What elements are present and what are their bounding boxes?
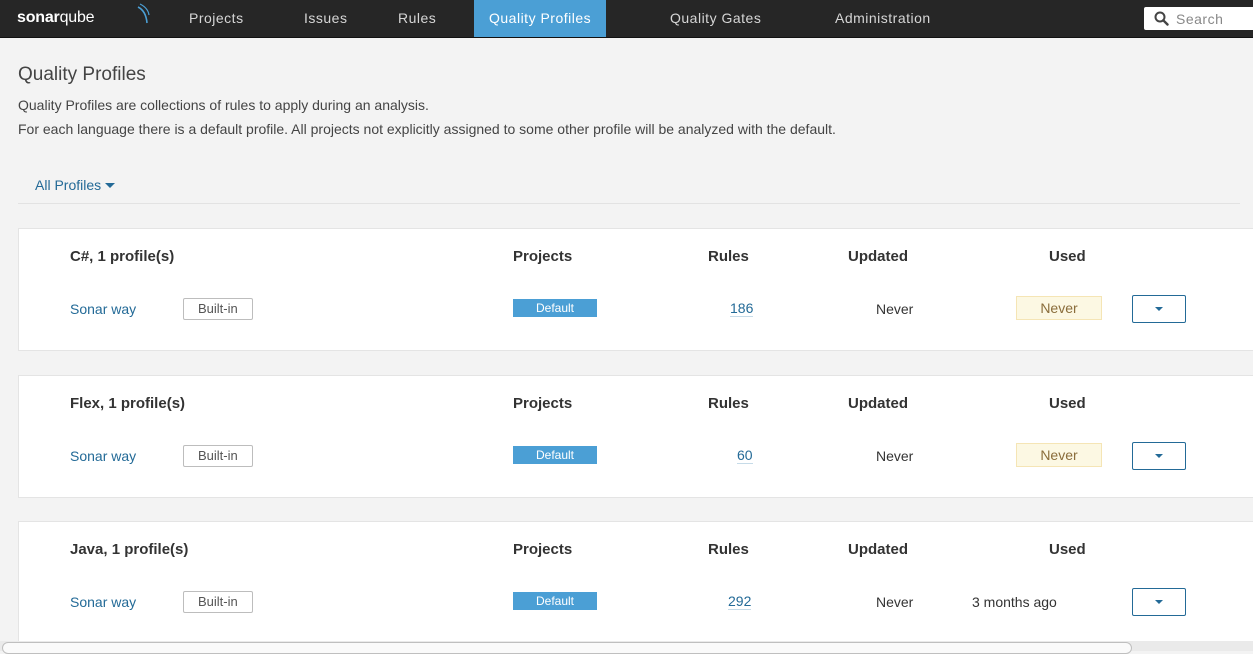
rules-count-link[interactable]: 292 [728,593,752,610]
column-header-used: Used [1049,395,1086,412]
search-icon [1154,11,1169,26]
divider [18,203,1240,204]
profile-actions-dropdown-button[interactable] [1132,295,1186,323]
page-title: Quality Profiles [18,64,146,85]
language-heading: Flex, 1 profile(s) [70,395,186,412]
logo-arc-icon [137,3,150,24]
column-header-rules: Rules [708,541,749,558]
profile-name-link[interactable]: Sonar way [70,594,136,610]
page-description-line2: For each language there is a default pro… [18,121,836,137]
rules-count-link[interactable]: 186 [730,300,754,317]
used-never-badge: Never [1016,443,1102,467]
built-in-badge: Built-in [183,591,253,613]
default-badge: Default [513,446,597,464]
all-profiles-filter[interactable]: All Profiles [35,177,116,193]
nav-projects[interactable]: Projects [174,0,259,37]
built-in-badge: Built-in [183,298,253,320]
rules-count-link[interactable]: 60 [737,447,753,464]
sonarqube-logo[interactable]: sonarqube [17,3,150,27]
updated-value: Never [876,301,914,317]
column-header-used: Used [1049,541,1086,558]
nav-administration[interactable]: Administration [820,0,946,37]
caret-down-icon [1155,307,1163,311]
nav-rules[interactable]: Rules [383,0,451,37]
column-header-updated: Updated [848,248,908,265]
caret-down-icon [105,182,116,188]
profile-name-link[interactable]: Sonar way [70,448,136,464]
language-card-java: Java, 1 profile(s) Projects Rules Update… [18,521,1253,644]
built-in-badge: Built-in [183,445,253,467]
logo-text-light: qube [59,9,95,26]
caret-down-icon [1155,600,1163,604]
column-header-projects: Projects [513,541,573,558]
profile-name-link[interactable]: Sonar way [70,301,136,317]
page-description-line1: Quality Profiles are collections of rule… [18,97,429,113]
profile-actions-dropdown-button[interactable] [1132,588,1186,616]
horizontal-scrollbar[interactable] [0,641,1253,654]
scrollbar-thumb[interactable] [2,642,1132,654]
column-header-rules: Rules [708,248,749,265]
column-header-updated: Updated [848,395,908,412]
nav-quality-gates[interactable]: Quality Gates [655,0,776,37]
all-profiles-filter-label: All Profiles [35,177,102,193]
used-value: 3 months ago [972,594,1057,610]
nav-quality-profiles[interactable]: Quality Profiles [474,0,607,37]
logo-text-bold: sonar [17,9,60,26]
search-placeholder: Search [1176,11,1224,27]
column-header-updated: Updated [848,541,908,558]
language-heading: Java, 1 profile(s) [70,541,189,558]
search-input[interactable]: Search [1144,7,1253,30]
language-card-flex: Flex, 1 profile(s) Projects Rules Update… [18,375,1253,498]
column-header-rules: Rules [708,395,749,412]
column-header-used: Used [1049,248,1086,265]
caret-down-icon [1155,454,1163,458]
column-header-projects: Projects [513,248,573,265]
used-never-badge: Never [1016,296,1102,320]
language-card-csharp: C#, 1 profile(s) Projects Rules Updated … [18,228,1253,351]
updated-value: Never [876,594,914,610]
language-heading: C#, 1 profile(s) [70,248,175,265]
column-header-projects: Projects [513,395,573,412]
updated-value: Never [876,448,914,464]
default-badge: Default [513,592,597,610]
profile-actions-dropdown-button[interactable] [1132,442,1186,470]
nav-issues[interactable]: Issues [289,0,362,37]
default-badge: Default [513,299,597,317]
top-navbar: sonarqube Projects Issues Rules Quality … [0,0,1253,38]
